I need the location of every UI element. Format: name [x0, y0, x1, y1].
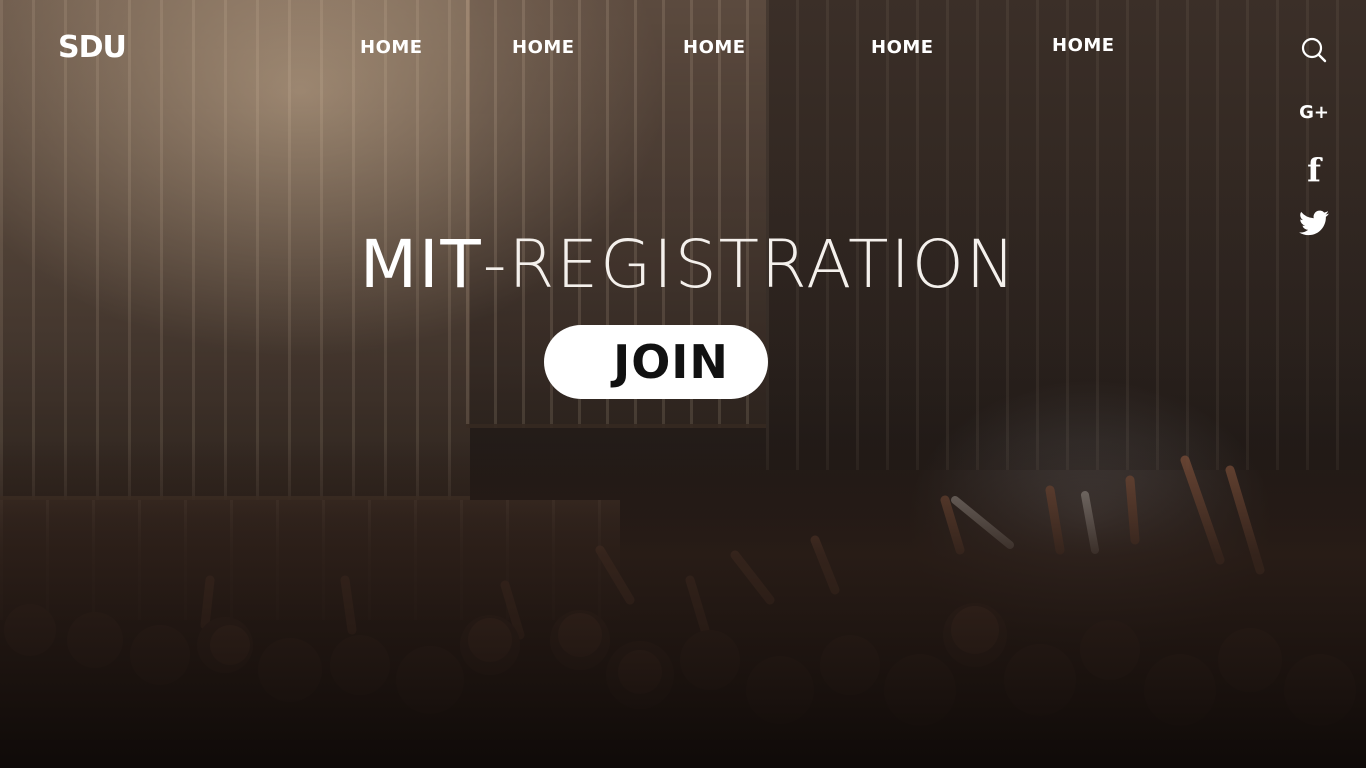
search-button[interactable] — [1300, 36, 1328, 64]
hero-title-registration: -REGISTRATION — [482, 226, 1018, 303]
join-button[interactable]: JOIN — [544, 325, 768, 399]
nav-item-home-2[interactable]: HOME — [512, 36, 575, 60]
google-plus-icon[interactable]: G+ — [1296, 102, 1332, 123]
nav-item-home-1[interactable]: HOME — [360, 36, 423, 60]
crowd-silhouette — [0, 440, 1366, 768]
twitter-icon — [1299, 210, 1329, 236]
nav-item-home-3[interactable]: HOME — [683, 36, 746, 60]
main-nav: HOME HOME HOME HOME HOME — [0, 34, 1366, 66]
hero-title: MIT-REGISTRATION — [360, 222, 1060, 308]
search-icon — [1301, 37, 1327, 63]
hero-title-mit: MIT — [360, 226, 483, 303]
facebook-icon[interactable]: f — [1296, 152, 1332, 188]
twitter-link[interactable] — [1296, 210, 1332, 241]
nav-item-home-4[interactable]: HOME — [871, 36, 934, 60]
social-links: G+ f — [1296, 100, 1336, 250]
nav-item-home-5[interactable]: HOME — [1052, 34, 1115, 58]
